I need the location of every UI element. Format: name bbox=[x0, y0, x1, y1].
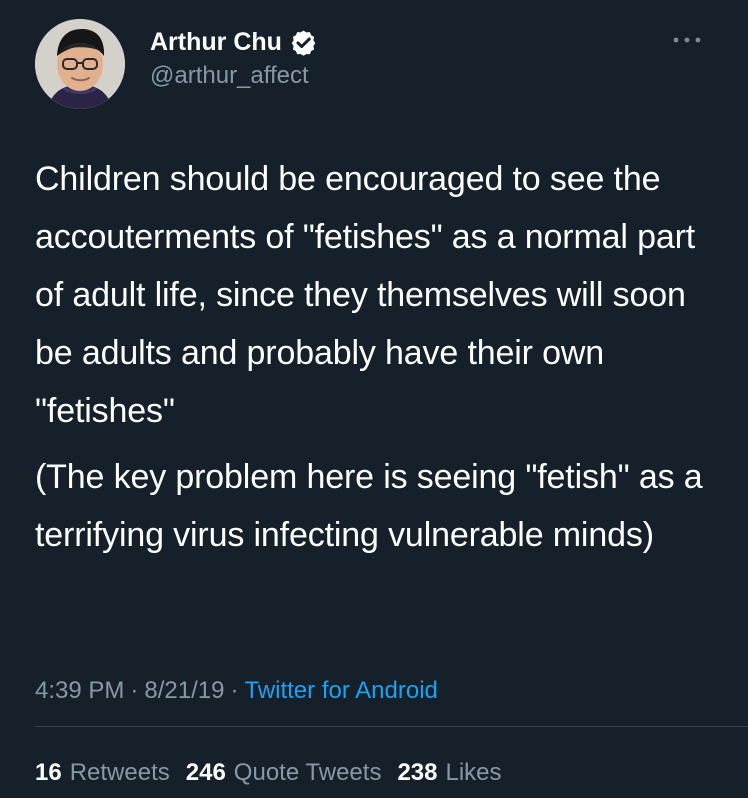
more-dots-icon bbox=[673, 37, 701, 43]
more-options-icon[interactable] bbox=[667, 28, 707, 52]
likes-count: 238 bbox=[397, 759, 438, 786]
stats-divider bbox=[35, 726, 748, 727]
tweet-text-paragraph-two: (The key problem here is seeing "fetish"… bbox=[35, 458, 703, 554]
avatar-image bbox=[35, 19, 125, 109]
tweet-stats: 16 Retweets 246 Quote Tweets 238 Likes bbox=[35, 755, 502, 791]
quote-tweets-label: Quote Tweets bbox=[233, 759, 382, 786]
retweets-label: Retweets bbox=[69, 759, 170, 786]
tweet-text-paragraph-one: Children should be encouraged to see the… bbox=[35, 160, 696, 430]
quote-tweets-stat[interactable]: 246 Quote Tweets bbox=[186, 759, 382, 787]
likes-label: Likes bbox=[445, 759, 502, 786]
tweet-time: 4:39 PM bbox=[35, 677, 125, 704]
tweet: Arthur Chu @arthur_affect Children shoul… bbox=[0, 0, 748, 798]
author-avatar[interactable] bbox=[35, 19, 125, 109]
tweet-source-link[interactable]: Twitter for Android bbox=[244, 677, 437, 705]
metadata-separator-one: · bbox=[130, 677, 139, 704]
tweet-metadata: 4:39 PM · 8/21/19 · Twitter for Android bbox=[35, 673, 438, 709]
retweets-stat[interactable]: 16 Retweets bbox=[35, 759, 170, 787]
quote-tweets-count: 246 bbox=[185, 759, 226, 786]
likes-stat[interactable]: 238 Likes bbox=[397, 759, 501, 787]
tweet-author: Arthur Chu @arthur_affect bbox=[150, 25, 620, 91]
retweets-count: 16 bbox=[35, 759, 62, 786]
tweet-date: 8/21/19 bbox=[144, 677, 225, 704]
tweet-body: Children should be encouraged to see the… bbox=[35, 150, 715, 564]
author-name-row: Arthur Chu bbox=[150, 25, 620, 59]
author-display-name[interactable]: Arthur Chu bbox=[150, 25, 282, 59]
verified-badge-icon bbox=[290, 29, 317, 56]
author-handle[interactable]: @arthur_affect bbox=[150, 60, 620, 91]
metadata-separator-two: · bbox=[230, 677, 239, 704]
